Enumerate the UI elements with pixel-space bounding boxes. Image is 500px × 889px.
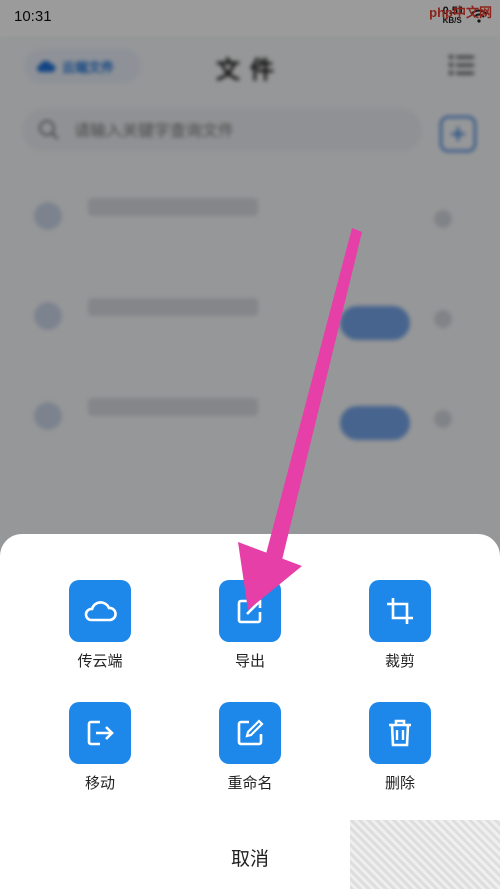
upload-cloud-button[interactable]: 传云端 [40,580,160,684]
move-label: 移动 [84,774,115,792]
trash-icon [369,702,431,764]
crop-button[interactable]: 裁剪 [340,580,460,684]
move-icon [69,702,131,764]
export-label: 导出 [234,652,265,670]
delete-button[interactable]: 删除 [340,702,460,806]
upload-cloud-label: 传云端 [77,652,123,670]
export-icon [219,580,281,642]
rename-button[interactable]: 重命名 [190,702,310,806]
crop-icon [369,580,431,642]
watermark-pattern [350,820,500,889]
cloud-icon [69,580,131,642]
crop-label: 裁剪 [384,652,415,670]
rename-icon [219,702,281,764]
move-button[interactable]: 移动 [40,702,160,806]
rename-label: 重命名 [227,774,273,792]
export-button[interactable]: 导出 [190,580,310,684]
delete-label: 删除 [384,774,415,792]
